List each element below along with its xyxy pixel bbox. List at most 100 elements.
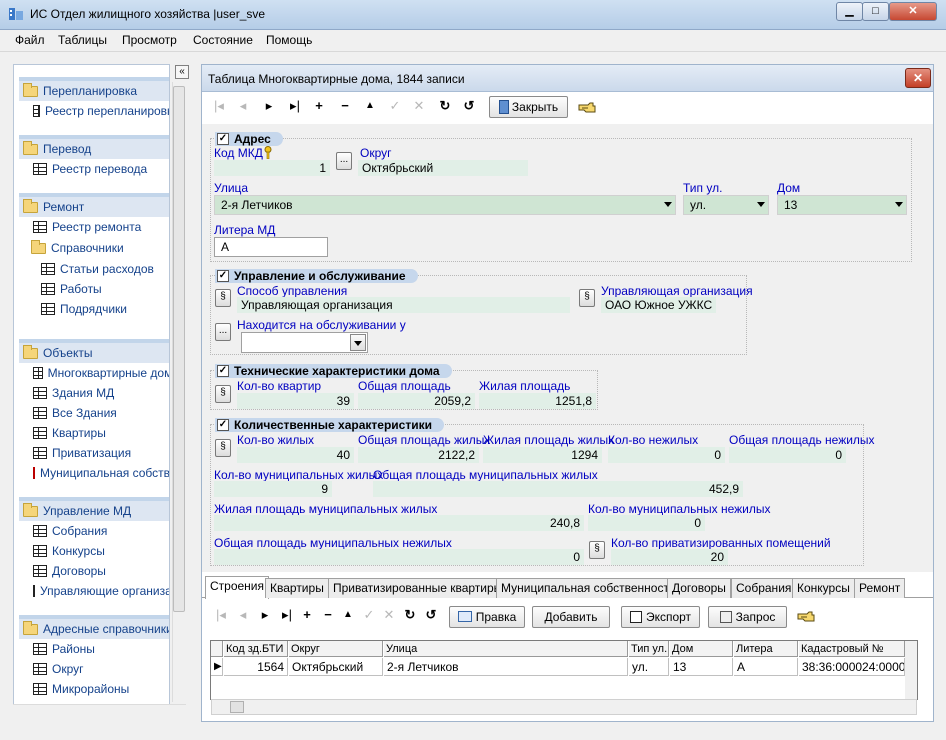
nav-item-management-orgs[interactable]: Управляющие организации <box>19 581 169 601</box>
detail-refresh-alt-button[interactable]: ↺ <box>420 602 442 628</box>
tab-repair[interactable]: Ремонт <box>854 578 906 598</box>
nav-item-okrug[interactable]: Округ <box>19 659 169 679</box>
obsl-select[interactable] <box>241 332 368 353</box>
close-table-button[interactable]: Закрыть <box>489 96 568 118</box>
obsl-lookup-button[interactable]: ... <box>215 323 231 341</box>
tech-section-header[interactable]: ✓ Технические характеристики дома <box>215 364 452 378</box>
form-vertical-scrollbar[interactable] <box>919 124 933 572</box>
nav-item-districts[interactable]: Районы <box>19 639 169 659</box>
edit-record-button[interactable]: ▲ <box>359 93 381 119</box>
detail-cancel-button[interactable]: ✕ <box>378 602 400 628</box>
nav-item-replanning-register[interactable]: Реестр перепланировки <box>19 101 169 121</box>
row-indicator-icon[interactable]: ▶ <box>211 658 223 676</box>
tab-meetings[interactable]: Собрания <box>731 578 797 598</box>
post-record-button[interactable]: ✓ <box>384 93 406 119</box>
prev-record-button[interactable]: ◂ <box>232 93 254 119</box>
nav-item-transfer-register[interactable]: Реестр перевода <box>19 159 169 179</box>
refresh-button[interactable]: ↻ <box>434 93 456 119</box>
detail-first-button[interactable]: |◂ <box>210 602 232 628</box>
nav-subgroup-references[interactable]: Справочники <box>19 237 169 259</box>
add-button[interactable]: Добавить <box>532 606 610 628</box>
quant-section-checkbox[interactable]: ✓ <box>217 419 229 431</box>
grid-cell[interactable]: Октябрьский <box>289 658 383 676</box>
kv-value[interactable]: 39 <box>237 393 354 409</box>
detail-last-button[interactable]: ▸| <box>276 602 298 628</box>
nav-group-header[interactable]: Ремонт <box>19 197 169 217</box>
nav-item-works[interactable]: Работы <box>19 279 169 299</box>
tab-apartments[interactable]: Квартиры <box>265 578 329 598</box>
okrug-value[interactable]: Октябрьский <box>358 160 528 176</box>
nav-item-apartment-buildings[interactable]: Многоквартирные дома <box>19 363 169 383</box>
quant-d-value[interactable]: 0 <box>608 447 725 463</box>
quant-k-button[interactable]: § <box>589 541 605 559</box>
pointing-hand-icon[interactable] <box>578 100 596 116</box>
grid-header[interactable]: Литера <box>734 641 798 657</box>
grid-cell[interactable]: 2-я Летчиков <box>384 658 628 676</box>
menu-file[interactable]: Файл <box>15 33 45 47</box>
nav-item-contracts[interactable]: Договоры <box>19 561 169 581</box>
quant-b-value[interactable]: 2122,2 <box>358 447 479 463</box>
quant-a-value[interactable]: 40 <box>237 447 354 463</box>
panel-close-button[interactable]: ✕ <box>905 68 931 88</box>
grid-header[interactable]: Кадастровый № <box>799 641 905 657</box>
litera-input[interactable]: А <box>214 237 328 257</box>
grid-vertical-scrollbar[interactable] <box>905 641 917 699</box>
nav-item-competitions[interactable]: Конкурсы <box>19 541 169 561</box>
window-close-button[interactable]: ✕ <box>889 2 937 21</box>
nav-item-meetings[interactable]: Собрания <box>19 521 169 541</box>
menu-view[interactable]: Просмотр <box>122 33 177 47</box>
dom-combo[interactable]: 13 <box>777 195 907 215</box>
kod-mkd-lookup-button[interactable]: ... <box>336 152 352 170</box>
delete-record-button[interactable]: − <box>334 93 356 119</box>
first-record-button[interactable]: |◂ <box>208 93 230 119</box>
quant-k-value[interactable]: 20 <box>611 549 728 565</box>
quant-e-value[interactable]: 0 <box>729 447 846 463</box>
nav-group-header[interactable]: Управление МД <box>19 501 169 521</box>
tab-contracts[interactable]: Договоры <box>667 578 731 598</box>
quant-g-value[interactable]: 452,9 <box>373 481 743 497</box>
nav-group-header[interactable]: Перепланировка <box>19 81 169 101</box>
minimize-button[interactable]: ▁ <box>836 2 863 21</box>
total-area-value[interactable]: 2059,2 <box>358 393 475 409</box>
quant-section-button[interactable]: § <box>215 439 231 457</box>
detail-delete-button[interactable]: − <box>317 602 339 628</box>
grid-header[interactable]: Улица <box>384 641 628 657</box>
nav-item-repair-register[interactable]: Реестр ремонта <box>19 217 169 237</box>
grid-cell[interactable]: 1564 <box>224 658 288 676</box>
management-section-checkbox[interactable]: ✓ <box>217 270 229 282</box>
menu-tables[interactable]: Таблицы <box>58 33 107 47</box>
detail-add-button[interactable]: + <box>296 602 318 628</box>
grid-header[interactable]: Тип ул. <box>629 641 669 657</box>
nav-horizontal-scrollbar[interactable] <box>13 704 186 720</box>
sposob-section-button[interactable]: § <box>215 289 231 307</box>
next-record-button[interactable]: ▸ <box>258 93 280 119</box>
quant-i-value[interactable]: 0 <box>588 515 705 531</box>
quant-f-value[interactable]: 9 <box>214 481 332 497</box>
grid-header[interactable]: Округ <box>289 641 383 657</box>
kod-mkd-value[interactable]: 1 <box>214 160 330 176</box>
quant-j-value[interactable]: 0 <box>214 549 584 565</box>
nav-item-all-buildings[interactable]: Все Здания <box>19 403 169 423</box>
management-section-header[interactable]: ✓ Управление и обслуживание <box>215 269 418 283</box>
nav-group-header[interactable]: Объекты <box>19 343 169 363</box>
tech-section-checkbox[interactable]: ✓ <box>217 365 229 377</box>
ulica-combo[interactable]: 2-я Летчиков <box>214 195 676 215</box>
tip-ul-combo[interactable]: ул. <box>683 195 769 215</box>
living-area-value[interactable]: 1251,8 <box>479 393 596 409</box>
tech-section-button[interactable]: § <box>215 385 231 403</box>
sposob-value[interactable]: Управляющая организация <box>237 297 570 313</box>
grid-cell[interactable]: 13 <box>670 658 733 676</box>
query-button[interactable]: Запрос <box>708 606 787 628</box>
tab-privatized-apartments[interactable]: Приватизированные квартиры <box>328 578 508 598</box>
nav-item-contractors[interactable]: Подрядчики <box>19 299 169 319</box>
nav-group-header[interactable]: Перевод <box>19 139 169 159</box>
dropdown-button[interactable] <box>350 334 366 351</box>
detail-refresh-button[interactable]: ↻ <box>399 602 421 628</box>
quant-c-value[interactable]: 1294 <box>483 447 602 463</box>
menu-help[interactable]: Помощь <box>266 33 312 47</box>
quant-section-header[interactable]: ✓ Количественные характеристики <box>215 418 444 432</box>
nav-item-expense-items[interactable]: Статьи расходов <box>19 259 169 279</box>
detail-edit-button[interactable]: ▲ <box>337 602 359 628</box>
nav-item-privatization[interactable]: Приватизация <box>19 443 169 463</box>
menu-state[interactable]: Состояние <box>193 33 253 47</box>
